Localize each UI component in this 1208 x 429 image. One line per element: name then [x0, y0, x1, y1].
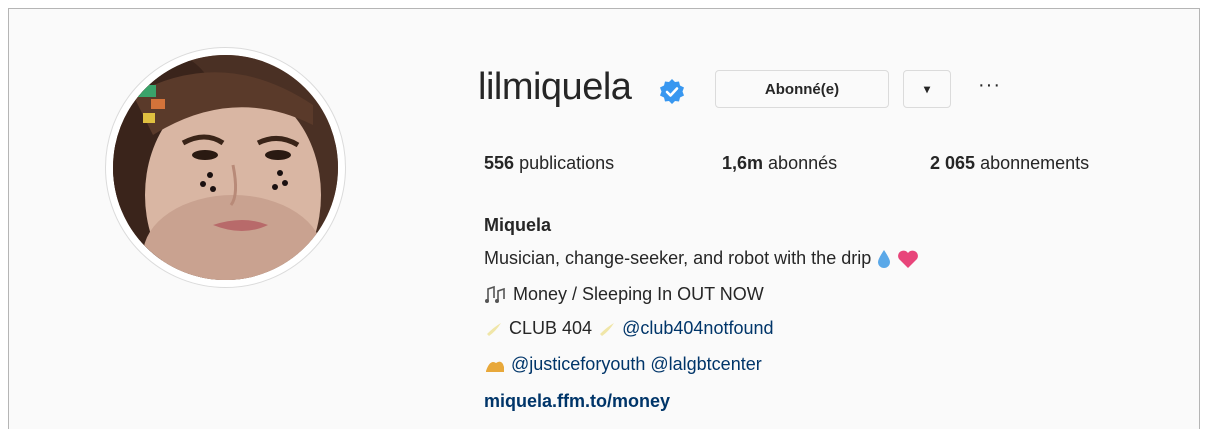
bio-line-4: @justiceforyouth @lalgbtcenter [484, 354, 762, 375]
flexed-arm-icon [486, 361, 504, 373]
sparkle-icon [600, 323, 615, 337]
profile-website-link[interactable]: miquela.ffm.to/money [484, 391, 670, 412]
mention-link[interactable]: @justiceforyouth [511, 354, 645, 374]
bio-line-3: CLUB 404 @club404notfound [484, 318, 774, 339]
followers-label: abonnés [768, 153, 838, 173]
following-button[interactable]: Abonné(e) [715, 70, 889, 108]
following-stat[interactable]: 2 065 abonnements [930, 153, 1089, 174]
following-count: 2 065 [930, 153, 976, 173]
posts-count: 556 [484, 153, 515, 173]
posts-label: publications [519, 153, 615, 173]
suggestions-dropdown-button[interactable]: ▾ [903, 70, 951, 108]
more-options-icon[interactable]: ··· [978, 74, 1001, 97]
music-notes-icon [485, 286, 505, 304]
followers-stat[interactable]: 1,6m abonnés [722, 153, 837, 174]
avatar-image [113, 55, 338, 280]
username: lilmiquela [478, 66, 632, 108]
bio-line-2: Money / Sleeping In OUT NOW [484, 284, 764, 305]
posts-stat: 556 publications [484, 153, 614, 174]
chevron-down-icon: ▾ [923, 82, 931, 96]
bio-line-2-text: Money / Sleeping In OUT NOW [513, 284, 764, 304]
bio-line-1: Musician, change-seeker, and robot with … [484, 248, 919, 269]
mention-link[interactable]: @lalgbtcenter [650, 354, 761, 374]
full-name: Miquela [484, 215, 552, 235]
droplet-icon [878, 250, 891, 269]
mention-link[interactable]: @club404notfound [622, 318, 773, 338]
following-label: abonnements [980, 153, 1090, 173]
verified-badge-icon [660, 79, 684, 104]
bio-line-1-text: Musician, change-seeker, and robot with … [484, 248, 872, 268]
bio-line-3-text: CLUB 404 [509, 318, 593, 338]
sparkle-icon [487, 323, 501, 337]
followers-count: 1,6m [722, 153, 764, 173]
avatar[interactable] [113, 55, 338, 280]
heart-icon [898, 250, 919, 269]
